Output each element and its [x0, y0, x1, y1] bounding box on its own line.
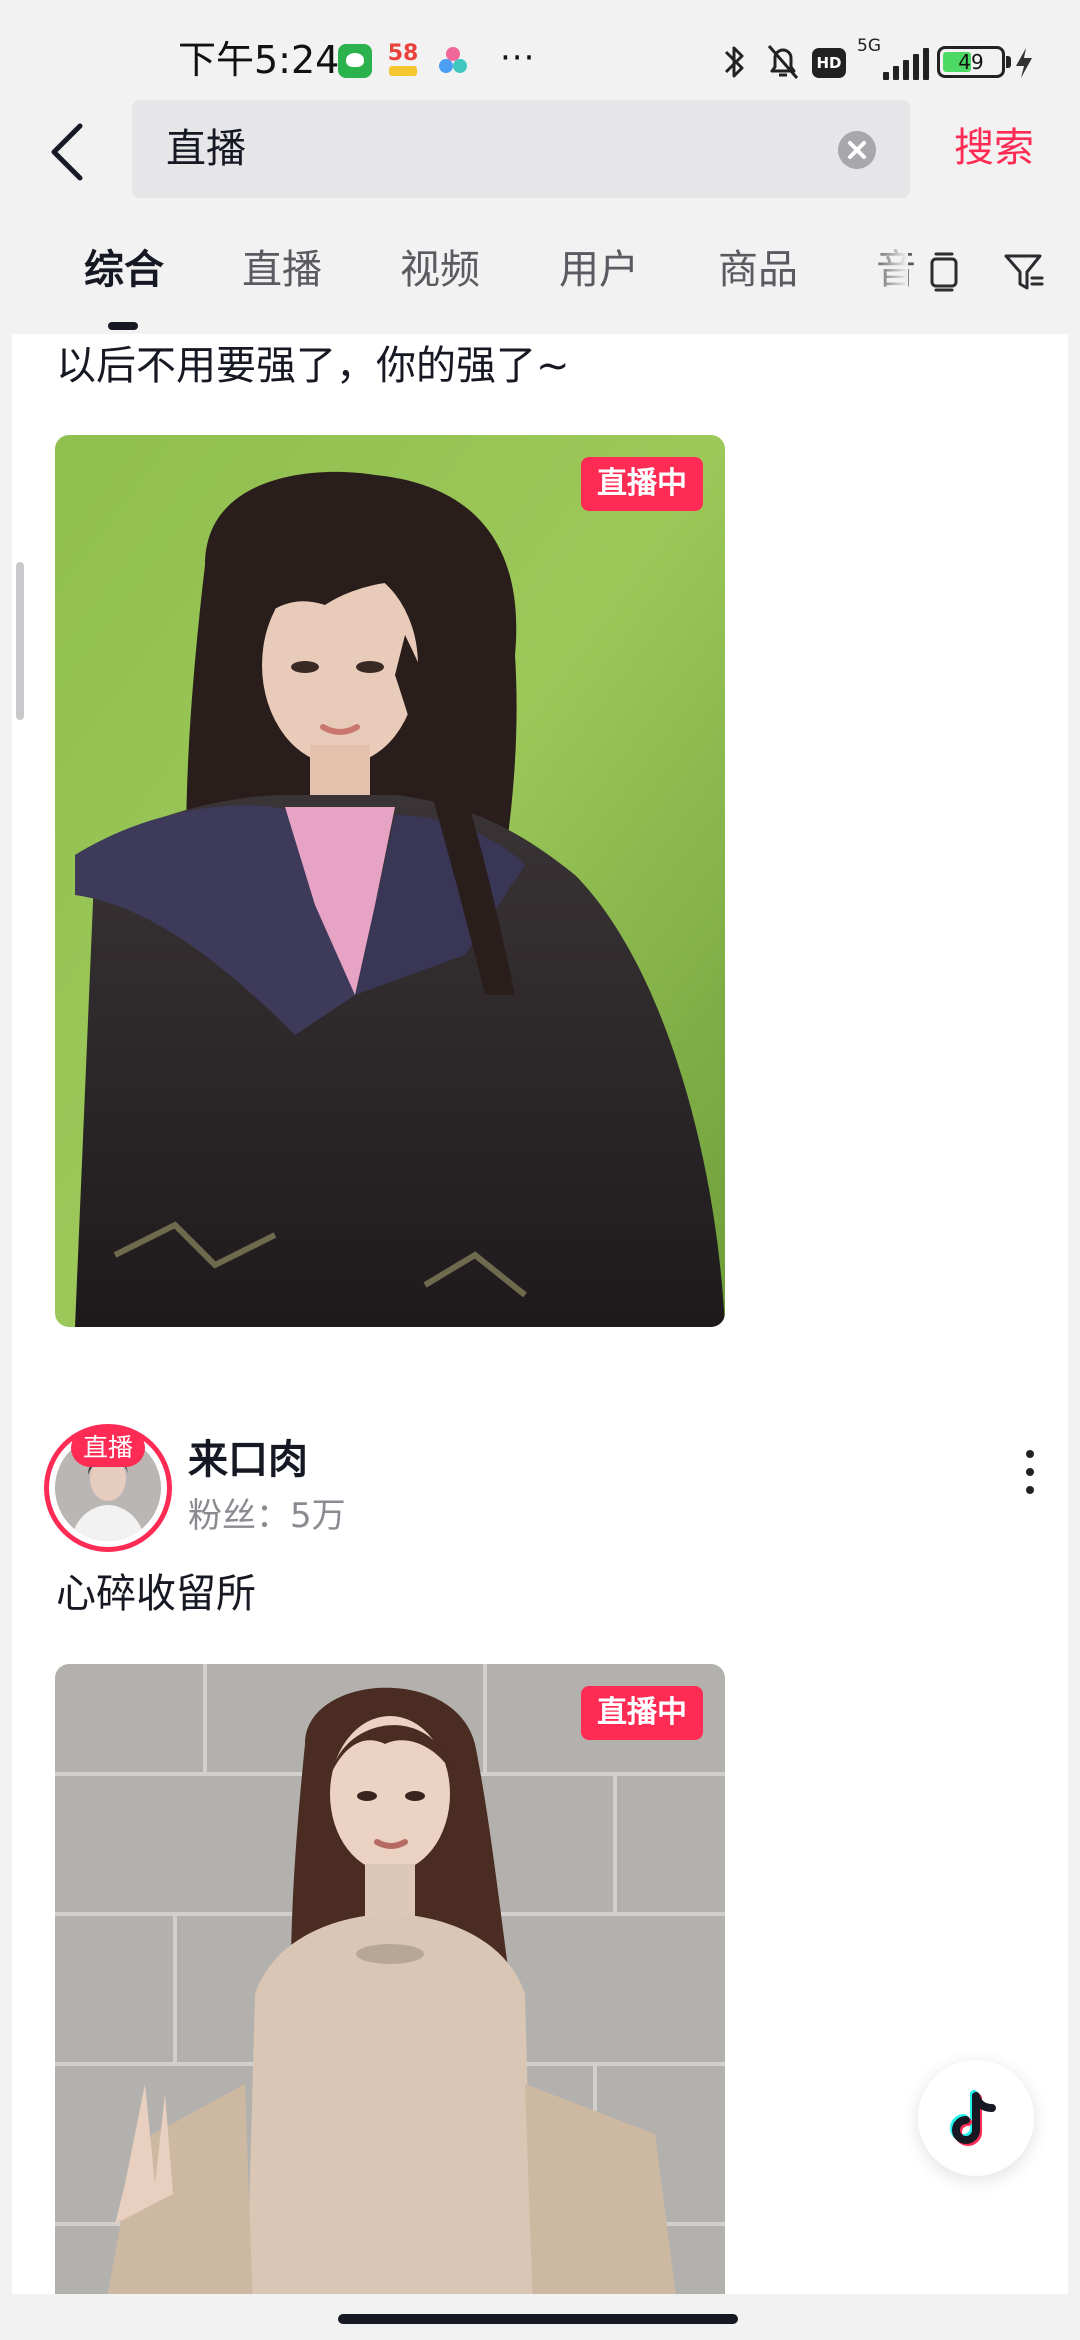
status-bar: 下午5:24 58 ··· HD 5G 49 [0, 0, 1080, 96]
live-cover-image[interactable]: 直播中 [55, 435, 725, 1327]
network-type-label: 5G [857, 36, 881, 56]
author-avatar[interactable]: 直播 [44, 1424, 172, 1552]
cellular-signal-icon: 5G [857, 36, 931, 84]
bluetooth-icon [724, 46, 744, 78]
view-mode-icon[interactable] [922, 250, 966, 294]
app-58-notification-icon: 58 [386, 43, 420, 78]
clear-search-icon[interactable] [838, 131, 876, 169]
more-notifications-icon: ··· [500, 38, 536, 78]
portrait-graduation-image [55, 435, 725, 1327]
battery-level: 49 [958, 50, 984, 74]
tab-comprehensive[interactable]: 综合 [84, 242, 164, 298]
wechat-notification-icon [338, 44, 372, 78]
search-query-text[interactable]: 直播 [166, 124, 246, 174]
search-input[interactable]: 直播 [132, 100, 910, 198]
live-cover-image[interactable]: 直播中 [55, 1664, 725, 2294]
post-caption: 心碎收留所 [56, 1571, 256, 1617]
notifications-muted-icon [767, 45, 799, 79]
more-options-icon[interactable] [1022, 1448, 1038, 1496]
douyin-logo-icon [950, 2090, 996, 2146]
active-tab-indicator [108, 322, 138, 330]
tab-products[interactable]: 商品 [718, 242, 798, 298]
hd-voice-icon: HD [812, 48, 846, 78]
tab-video[interactable]: 视频 [400, 242, 480, 298]
author-fans-count: 粉丝：5万 [188, 1496, 346, 1536]
home-indicator[interactable] [338, 2314, 738, 2324]
charging-icon [1016, 48, 1032, 78]
search-results-feed: 以后不用要强了，你的强了~ 直播中 直播 来口肉 粉丝：5万 心碎收留所 直播中 [0, 334, 1080, 2294]
live-now-badge: 直播中 [581, 1686, 703, 1740]
search-result-tabs: 综合 直播 视频 用户 商品 音 [0, 208, 1080, 334]
system-navigation-bar [0, 2294, 1080, 2340]
live-badge: 直播 [70, 1429, 146, 1467]
back-arrow-icon[interactable] [40, 118, 100, 186]
douyin-float-button[interactable] [918, 2060, 1034, 2176]
search-header: 直播 搜索 [0, 96, 1080, 208]
author-name[interactable]: 来口肉 [188, 1434, 308, 1486]
post-caption: 以后不用要强了，你的强了~ [56, 343, 570, 389]
status-time: 下午5:24 [178, 38, 340, 82]
scrollbar[interactable] [16, 562, 24, 720]
filter-icon[interactable] [1002, 250, 1046, 294]
battery-icon: 49 [937, 46, 1011, 78]
live-result-card[interactable]: 直播 来口肉 粉丝：5万 心碎收留所 直播中 [12, 1390, 1068, 2294]
portrait-wall-image [55, 1664, 725, 2294]
search-button[interactable]: 搜索 [954, 120, 1034, 176]
tab-users[interactable]: 用户 [559, 242, 639, 298]
clover-app-notification-icon [436, 44, 470, 78]
live-now-badge: 直播中 [581, 457, 703, 511]
tab-live[interactable]: 直播 [242, 242, 322, 298]
